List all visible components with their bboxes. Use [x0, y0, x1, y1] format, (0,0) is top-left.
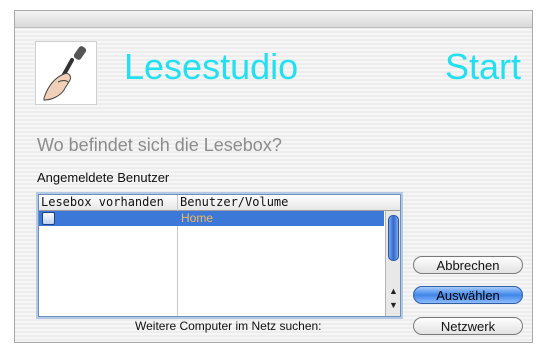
user-volume-cell: Home: [181, 211, 214, 225]
window-titlebar[interactable]: [15, 11, 532, 28]
cancel-button[interactable]: Abbrechen: [413, 256, 523, 274]
scroll-up-arrow-icon[interactable]: ▲: [389, 286, 398, 296]
column-header-lesebox[interactable]: Lesebox vorhanden: [41, 195, 164, 210]
dialog-window: Lesestudio Start Wo befindet sich die Le…: [14, 10, 533, 343]
table-row[interactable]: Home: [39, 211, 384, 226]
column-header-user-volume[interactable]: Benutzer/Volume: [180, 195, 288, 210]
start-label: Start: [445, 46, 522, 87]
network-button[interactable]: Netzwerk: [413, 317, 523, 335]
scroll-down-arrow-icon[interactable]: ▼: [389, 300, 398, 310]
table-header: Lesebox vorhanden Benutzer/Volume: [39, 195, 400, 211]
vertical-scrollbar[interactable]: ▲ ▼: [385, 211, 400, 316]
microphone-hand-icon: [35, 41, 97, 105]
users-table: Lesebox vorhanden Benutzer/Volume Home ▲…: [38, 194, 401, 317]
select-button[interactable]: Auswählen: [413, 286, 523, 304]
question-text: Wo befindet sich die Lesebox?: [37, 135, 282, 155]
scrollbar-thumb[interactable]: [388, 215, 399, 261]
lesebox-checkbox[interactable]: [42, 212, 55, 225]
users-section-label: Angemeldete Benutzer: [37, 170, 170, 185]
network-search-label: Weitere Computer im Netz suchen:: [135, 319, 322, 333]
app-title: Lesestudio: [124, 46, 299, 87]
